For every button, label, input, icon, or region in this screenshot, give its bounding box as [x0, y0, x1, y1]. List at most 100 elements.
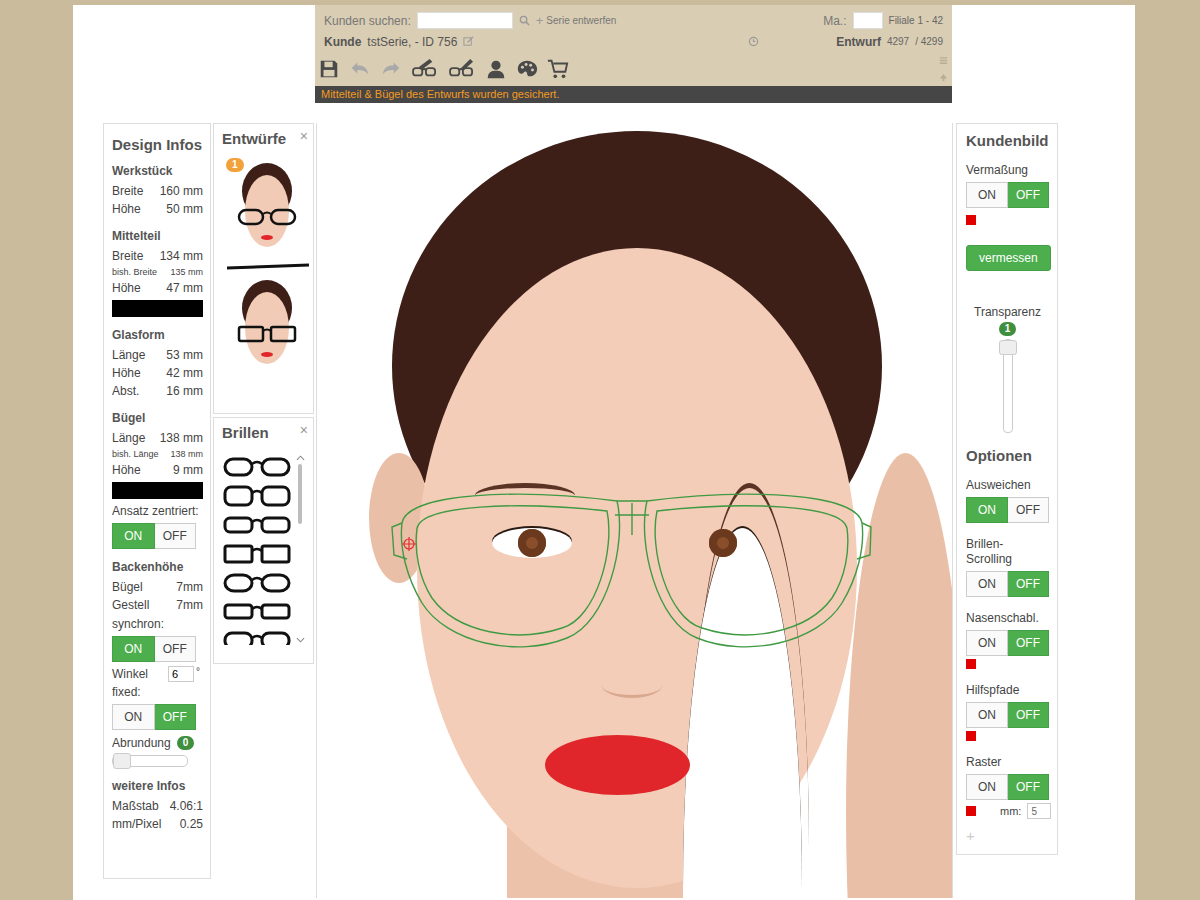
app: Kunden suchen:+Serie entwerfenMa.:Filial…: [0, 0, 1200, 900]
toggle-option[interactable]: OFF: [1008, 497, 1049, 523]
glasses-frame-icon[interactable]: [222, 600, 291, 624]
arrow-up-icon[interactable]: [939, 73, 948, 82]
clock-icon[interactable]: [748, 36, 759, 47]
info-row: Länge 138 mm: [112, 429, 203, 447]
redo-icon[interactable]: [380, 58, 402, 80]
info-label: Breite: [112, 182, 143, 200]
info-label: Höhe: [112, 364, 141, 382]
toggle-option[interactable]: ON: [112, 704, 155, 730]
draft-current: 4297: [887, 36, 909, 47]
palette-icon[interactable]: [516, 58, 538, 80]
toggle[interactable]: ONOFF: [112, 704, 196, 730]
scroll-track[interactable]: [298, 464, 302, 634]
slider-track[interactable]: [112, 755, 188, 767]
panel-title: Design Infos: [112, 136, 203, 153]
section-heading: Bügel: [112, 411, 203, 425]
undo-icon[interactable]: [349, 58, 371, 80]
toggle[interactable]: ONOFF: [112, 636, 196, 662]
save-icon[interactable]: [318, 58, 340, 80]
close-button[interactable]: ×: [300, 130, 308, 142]
customer-icon[interactable]: [485, 58, 507, 80]
edit-icon[interactable]: [463, 36, 474, 47]
panel-title: Brillen: [222, 424, 269, 441]
close-button[interactable]: ×: [300, 424, 308, 436]
toggle-option[interactable]: OFF: [1008, 571, 1049, 597]
customer-label: Kunde: [324, 35, 361, 49]
search-label: Kunden suchen:: [324, 14, 411, 28]
unit-label: °: [196, 666, 200, 677]
previous-row: bish. Breite135 mm: [112, 265, 203, 279]
toggle[interactable]: ONOFF: [966, 571, 1049, 597]
toggle-option[interactable]: OFF: [1008, 774, 1049, 800]
info-label: Länge: [112, 429, 145, 447]
grid-size-label: mm:: [1000, 805, 1021, 817]
add-option-button[interactable]: +: [966, 827, 1049, 844]
info-value: 138 mm: [160, 429, 203, 447]
color-swatch[interactable]: [112, 482, 203, 499]
frame-edit-icon[interactable]: [411, 58, 439, 80]
toggle[interactable]: ONOFF: [112, 523, 196, 549]
grid-size-input[interactable]: [1027, 803, 1051, 819]
scroll-thumb[interactable]: [298, 464, 302, 524]
glasses-frame-icon[interactable]: [222, 455, 291, 479]
draft-thumbnail[interactable]: 1: [232, 161, 302, 268]
glasses-frame-icon[interactable]: [222, 513, 291, 537]
photo-iris: [518, 529, 546, 557]
color-marker[interactable]: [966, 659, 976, 669]
color-swatch[interactable]: [112, 300, 203, 317]
toggle-option[interactable]: ON: [112, 523, 155, 549]
glasses-outline-overlay[interactable]: [317, 123, 953, 898]
panel-title: Kundenbild: [966, 132, 1049, 149]
slider-handle[interactable]: [113, 753, 131, 769]
color-marker[interactable]: [966, 731, 976, 741]
new-series-button[interactable]: +Serie entwerfen: [536, 13, 617, 28]
toggle-option[interactable]: ON: [966, 571, 1008, 597]
toggle[interactable]: ONOFF: [966, 774, 1049, 800]
color-marker[interactable]: [966, 215, 976, 225]
list-icon[interactable]: [939, 56, 948, 65]
glasses-frame-icon[interactable]: [222, 629, 291, 645]
thumb-glasses-icon: [237, 324, 297, 344]
toggle-option[interactable]: OFF: [1008, 702, 1049, 728]
draft-image: 1: [232, 161, 302, 265]
temple-edit-icon[interactable]: [448, 58, 476, 80]
thumb-lips: [261, 352, 273, 357]
color-marker[interactable]: [966, 806, 976, 816]
draft-thumbnail[interactable]: [232, 278, 302, 382]
angle-input[interactable]: [168, 666, 194, 682]
plus-icon: +: [536, 13, 544, 28]
scrollbar[interactable]: [295, 455, 305, 645]
toggle[interactable]: ONOFF: [966, 702, 1049, 728]
cart-icon[interactable]: [547, 58, 569, 80]
customer-photo-canvas[interactable]: [316, 123, 953, 898]
slider-handle[interactable]: [999, 340, 1017, 355]
anchor-target-icon[interactable]: [402, 537, 416, 551]
toggle[interactable]: ONOFF: [966, 497, 1049, 523]
toggle[interactable]: ONOFF: [966, 630, 1049, 656]
toggle-option[interactable]: OFF: [155, 704, 197, 730]
glasses-frame-icon[interactable]: [222, 571, 291, 595]
toggle-option[interactable]: OFF: [155, 636, 197, 662]
option-label: Raster: [966, 755, 1049, 770]
ma-input[interactable]: [853, 12, 883, 29]
toggle-option[interactable]: ON: [966, 497, 1008, 523]
chevron-down-icon[interactable]: [296, 637, 305, 643]
slider-track[interactable]: [1003, 339, 1013, 433]
info-row: mm/Pixel0.25: [112, 815, 203, 833]
info-value: 53 mm: [166, 346, 203, 364]
toggle-option[interactable]: ON: [112, 636, 155, 662]
toggle[interactable]: ONOFF: [966, 182, 1049, 208]
customer-search-input[interactable]: [417, 12, 513, 29]
chevron-up-icon[interactable]: [296, 455, 305, 461]
toggle-option[interactable]: ON: [966, 702, 1008, 728]
search-icon[interactable]: [519, 15, 530, 26]
glasses-frame-icon[interactable]: [222, 542, 291, 566]
glasses-frame-icon[interactable]: [222, 484, 291, 508]
toggle-option[interactable]: OFF: [1008, 182, 1049, 208]
toggle-option[interactable]: ON: [966, 774, 1008, 800]
toggle-option[interactable]: OFF: [1008, 630, 1049, 656]
measure-button[interactable]: vermessen: [966, 245, 1051, 271]
toggle-option[interactable]: ON: [966, 182, 1008, 208]
toggle-option[interactable]: ON: [966, 630, 1008, 656]
toggle-option[interactable]: OFF: [155, 523, 197, 549]
